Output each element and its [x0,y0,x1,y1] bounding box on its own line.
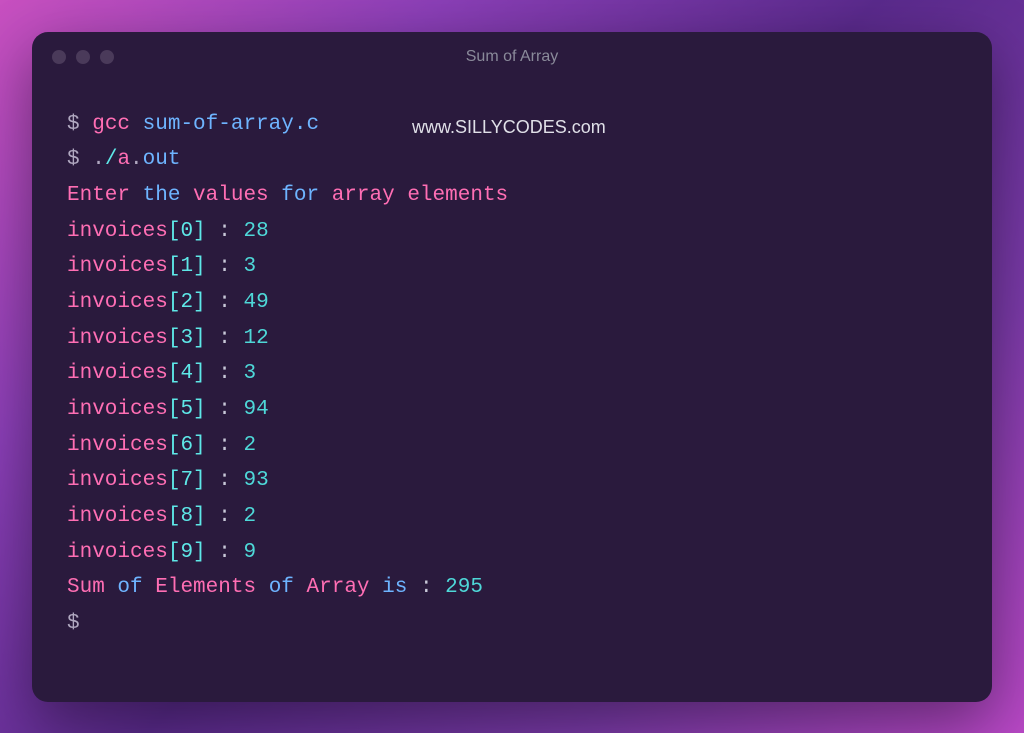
result-line: Sum of Elements of Array is : 295 [67,570,957,606]
run-slash: / [105,148,118,171]
array-name: invoices [67,541,168,564]
array-entry-line: invoices[9] : 9 [67,535,957,571]
result-word: of [269,576,294,599]
array-value: 12 [243,327,268,350]
prompt-word: elements [407,184,508,207]
run-dot: . [92,148,105,171]
array-name: invoices [67,469,168,492]
array-entry-line: invoices[2] : 49 [67,285,957,321]
prompt-symbol: $ [67,612,80,635]
prompt-word: the [143,184,181,207]
traffic-lights [52,50,114,64]
array-entry-line: invoices[6] : 2 [67,428,957,464]
array-name: invoices [67,291,168,314]
array-value: 28 [243,220,268,243]
watermark-text: www.SILLYCODES.com [412,112,606,143]
result-word: Array [307,576,370,599]
array-index: 5 [180,398,193,421]
array-entry-line: invoices[1] : 3 [67,249,957,285]
result-word: is [382,576,407,599]
window-title: Sum of Array [466,48,558,66]
array-value: 9 [243,541,256,564]
output-prompt-line: Enter the values for array elements [67,178,957,214]
minimize-button[interactable] [76,50,90,64]
array-value: 2 [243,434,256,457]
array-entry-line: invoices[5] : 94 [67,392,957,428]
array-value: 49 [243,291,268,314]
prompt-word: Enter [67,184,130,207]
prompt-word: array [332,184,395,207]
array-index: 6 [180,434,193,457]
result-word: of [117,576,142,599]
array-name: invoices [67,327,168,350]
source-file: sum-of-array.c [143,113,319,136]
window-titlebar: Sum of Array [32,32,992,82]
array-index: 3 [180,327,193,350]
array-name: invoices [67,362,168,385]
maximize-button[interactable] [100,50,114,64]
terminal-window: Sum of Array www.SILLYCODES.com $ gcc su… [32,32,992,702]
run-exe-a: a [117,148,130,171]
array-value: 93 [243,469,268,492]
array-entry-line: invoices[0] : 28 [67,214,957,250]
result-colon: : [407,576,445,599]
array-value: 2 [243,505,256,528]
array-name: invoices [67,505,168,528]
close-button[interactable] [52,50,66,64]
prompt-symbol: $ [67,148,80,171]
compile-command: gcc [92,113,130,136]
run-dot2: . [130,148,143,171]
array-name: invoices [67,255,168,278]
command-line-run: $ ./a.out [67,142,957,178]
result-value: 295 [445,576,483,599]
array-index: 1 [180,255,193,278]
array-index: 4 [180,362,193,385]
array-index: 9 [180,541,193,564]
array-name: invoices [67,434,168,457]
array-value: 3 [243,362,256,385]
array-entry-line: invoices[4] : 3 [67,356,957,392]
array-entry-line: invoices[7] : 93 [67,463,957,499]
terminal-content[interactable]: www.SILLYCODES.com $ gcc sum-of-array.c … [32,82,992,702]
prompt-symbol: $ [67,113,80,136]
array-index: 0 [180,220,193,243]
array-index: 2 [180,291,193,314]
prompt-word: for [281,184,319,207]
array-value: 94 [243,398,268,421]
array-name: invoices [67,220,168,243]
prompt-line-empty: $ [67,606,957,642]
result-word: Elements [155,576,256,599]
run-exe-out: out [143,148,181,171]
array-index: 7 [180,469,193,492]
array-entry-line: invoices[8] : 2 [67,499,957,535]
array-index: 8 [180,505,193,528]
prompt-word: values [193,184,269,207]
array-name: invoices [67,398,168,421]
array-value: 3 [243,255,256,278]
result-word: Sum [67,576,105,599]
array-entry-line: invoices[3] : 12 [67,321,957,357]
